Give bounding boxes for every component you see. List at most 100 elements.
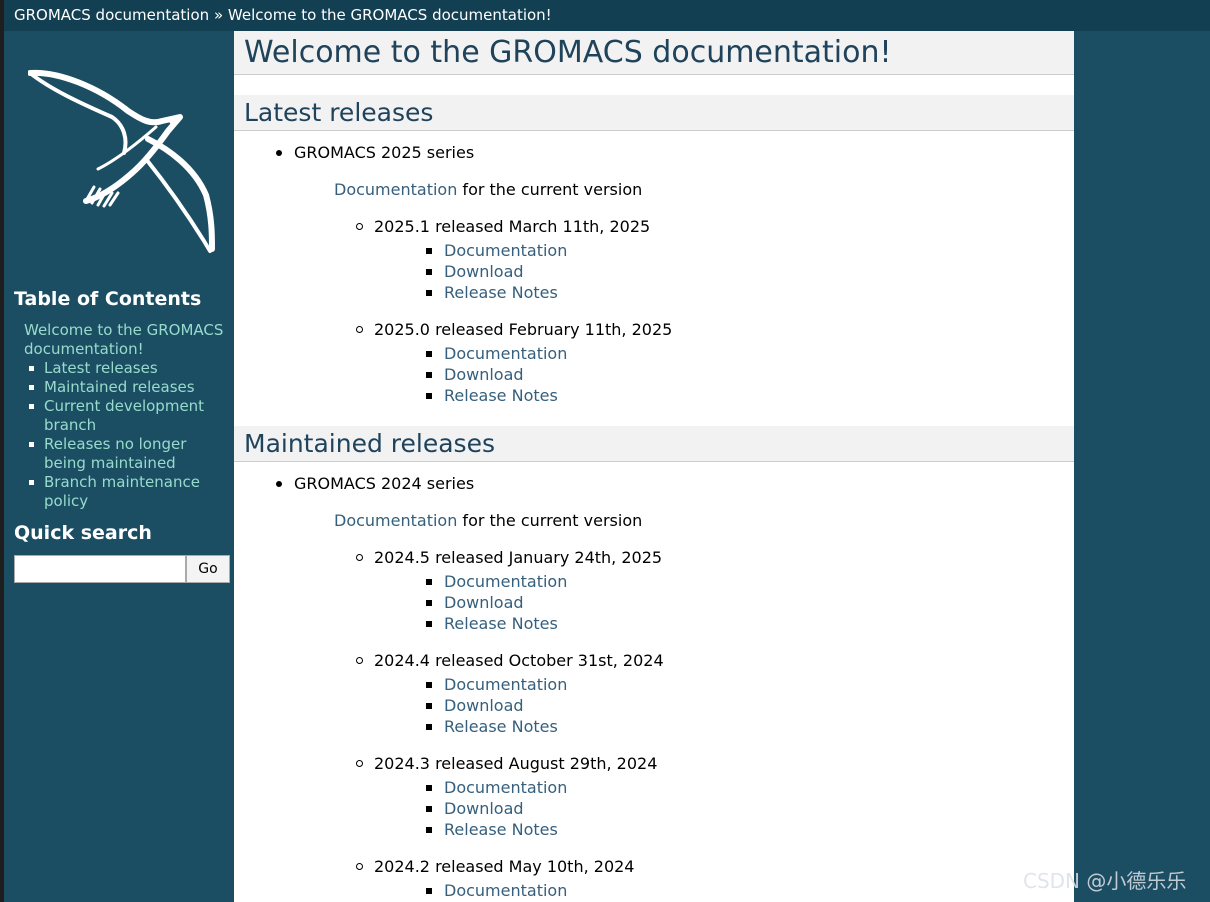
download-link[interactable]: Download [444, 593, 524, 612]
toc-link-branch-maintenance-policy[interactable]: Branch maintenance policy [44, 473, 224, 511]
toc-item-root: Welcome to the GROMACS documentation! La… [24, 321, 224, 511]
list-item: Release Notes [426, 819, 1074, 840]
release-title: 2025.1 released March 11th, 2025 [374, 217, 651, 236]
toc-item: Latest releases [29, 359, 224, 378]
breadcrumb-current: Welcome to the GROMACS documentation! [227, 6, 552, 24]
release-links: Documentation Download Release Notes [426, 571, 1074, 634]
bullet-circle [356, 657, 363, 664]
documentation-link[interactable]: Documentation [444, 778, 567, 797]
download-link[interactable]: Download [444, 799, 524, 818]
toc-link-maintained-releases[interactable]: Maintained releases [44, 378, 224, 397]
release-notes-link[interactable]: Release Notes [444, 820, 558, 839]
current-documentation-link[interactable]: Documentation [334, 180, 457, 199]
list-item: Documentation [426, 880, 1074, 901]
bullet-circle [356, 760, 363, 767]
list-item: Release Notes [426, 716, 1074, 737]
bullet-circle [356, 863, 363, 870]
release-item: 2025.1 released March 11th, 2025 Documen… [356, 217, 1074, 303]
list-item: Documentation [426, 240, 1074, 261]
toc-title: Table of Contents [14, 288, 202, 310]
release-title: 2025.0 released February 11th, 2025 [374, 320, 673, 339]
download-link[interactable]: Download [444, 262, 524, 281]
release-notes-link[interactable]: Release Notes [444, 283, 558, 302]
bullet-circle [356, 554, 363, 561]
toc-item: Maintained releases [29, 378, 224, 397]
section-heading: Latest releases [234, 95, 1074, 131]
release-links: Documentation [426, 880, 1074, 901]
release-notes-link[interactable]: Release Notes [444, 717, 558, 736]
list-item: Download [426, 261, 1074, 282]
list-item: Documentation [426, 571, 1074, 592]
release-item: 2024.2 released May 10th, 2024 Documenta… [356, 857, 1074, 901]
documentation-link[interactable]: Documentation [444, 241, 567, 260]
toc-item: Current development branch [29, 397, 224, 435]
breadcrumb-home-link[interactable]: GROMACS documentation [14, 6, 209, 24]
documentation-link[interactable]: Documentation [444, 572, 567, 591]
section-latest-releases: Latest releases GROMACS 2025 series Docu… [234, 75, 1074, 406]
series-title: GROMACS 2024 series [294, 474, 475, 493]
toc-list: Welcome to the GROMACS documentation! La… [24, 321, 224, 511]
release-title: 2024.3 released August 29th, 2024 [374, 754, 658, 773]
documentation-link[interactable]: Documentation [444, 675, 567, 694]
breadcrumb-separator: » [213, 6, 224, 24]
section-maintained-releases: Maintained releases GROMACS 2024 series … [234, 406, 1074, 901]
documentation-link[interactable]: Documentation [444, 344, 567, 363]
list-item: Download [426, 364, 1074, 385]
list-item: Documentation [426, 343, 1074, 364]
release-notes-link[interactable]: Release Notes [444, 614, 558, 633]
list-item: Release Notes [426, 282, 1074, 303]
toc-link-releases-no-longer-maintained[interactable]: Releases no longer being maintained [44, 435, 224, 473]
series-item: GROMACS 2024 series [276, 462, 1074, 494]
sidebar: Table of Contents Welcome to the GROMACS… [4, 31, 234, 902]
toc-link-current-development-branch[interactable]: Current development branch [44, 397, 224, 435]
list-item: Release Notes [426, 385, 1074, 406]
release-links: Documentation Download Release Notes [426, 674, 1074, 737]
current-version-line: Documentation for the current version [334, 511, 1074, 531]
bullet-disc [276, 481, 282, 487]
search-go-button[interactable]: Go [186, 555, 230, 583]
page-title: Welcome to the GROMACS documentation! [234, 31, 1074, 75]
release-item: 2024.5 released January 24th, 2025 Docum… [356, 548, 1074, 634]
list-item: Release Notes [426, 613, 1074, 634]
bullet-circle [356, 223, 363, 230]
list-item: Download [426, 798, 1074, 819]
download-link[interactable]: Download [444, 365, 524, 384]
release-links: Documentation Download Release Notes [426, 777, 1074, 840]
list-item: Download [426, 592, 1074, 613]
documentation-link[interactable]: Documentation [444, 881, 567, 900]
current-documentation-link[interactable]: Documentation [334, 511, 457, 530]
current-version-text: for the current version [457, 511, 643, 530]
list-item: Documentation [426, 674, 1074, 695]
breadcrumb: GROMACS documentation » Welcome to the G… [4, 0, 1210, 31]
release-links: Documentation Download Release Notes [426, 240, 1074, 303]
toc-link-latest-releases[interactable]: Latest releases [44, 359, 224, 378]
toc-link-welcome[interactable]: Welcome to the GROMACS documentation! [24, 321, 224, 359]
gromacs-falcon-logo[interactable] [28, 69, 218, 255]
main-content: Welcome to the GROMACS documentation! La… [234, 31, 1074, 902]
list-item: Download [426, 695, 1074, 716]
section-heading: Maintained releases [234, 426, 1074, 462]
toc-item: Branch maintenance policy [29, 473, 224, 511]
toc-sublist: Latest releases Maintained releases Curr… [24, 359, 224, 511]
quick-search-title: Quick search [14, 522, 152, 544]
search-input[interactable] [14, 555, 186, 583]
release-item: 2024.4 released October 31st, 2024 Docum… [356, 651, 1074, 737]
csdn-watermark: CSDN @小德乐乐 [1023, 869, 1187, 893]
release-links: Documentation Download Release Notes [426, 343, 1074, 406]
quick-search-form: Go [14, 555, 230, 583]
list-item: Documentation [426, 777, 1074, 798]
release-title: 2024.2 released May 10th, 2024 [374, 857, 635, 876]
series-title: GROMACS 2025 series [294, 143, 475, 162]
download-link[interactable]: Download [444, 696, 524, 715]
release-item: 2025.0 released February 11th, 2025 Docu… [356, 320, 1074, 406]
release-notes-link[interactable]: Release Notes [444, 386, 558, 405]
series-item: GROMACS 2025 series [276, 131, 1074, 163]
release-item: 2024.3 released August 29th, 2024 Docume… [356, 754, 1074, 840]
bullet-disc [276, 150, 282, 156]
toc-item: Releases no longer being maintained [29, 435, 224, 473]
current-version-line: Documentation for the current version [334, 180, 1074, 200]
release-title: 2024.5 released January 24th, 2025 [374, 548, 663, 567]
bullet-circle [356, 326, 363, 333]
release-title: 2024.4 released October 31st, 2024 [374, 651, 664, 670]
current-version-text: for the current version [457, 180, 643, 199]
